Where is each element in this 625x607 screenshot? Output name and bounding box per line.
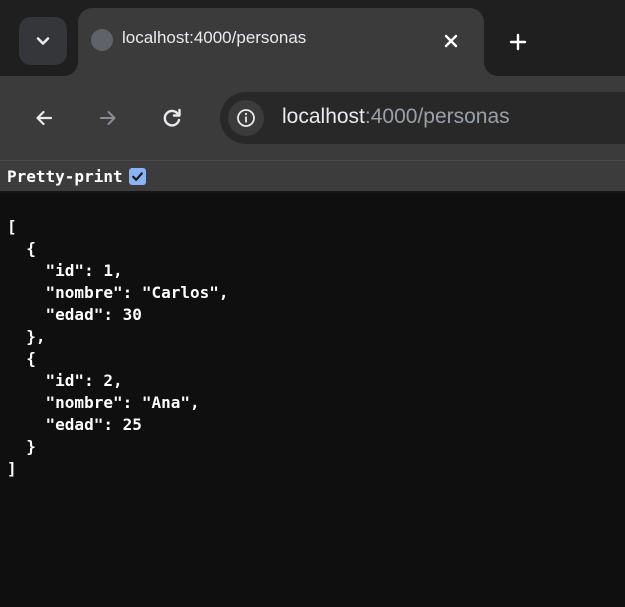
- globe-icon: [91, 29, 113, 51]
- pretty-print-label: Pretty-print: [7, 166, 123, 186]
- chevron-down-icon: [36, 37, 50, 45]
- arrow-right-icon: [100, 111, 116, 125]
- json-viewer: [ { "id": 1, "nombre": "Carlos", "edad":…: [7, 216, 229, 480]
- pretty-print-checkbox[interactable]: [128, 167, 146, 185]
- json-line: ]: [7, 459, 17, 478]
- json-line: {: [7, 239, 36, 258]
- url-path: :4000/personas: [364, 105, 510, 128]
- json-line: },: [7, 327, 46, 346]
- tab-title: localhost:4000/personas: [122, 28, 307, 47]
- tab-active[interactable]: localhost:4000/personas: [78, 8, 484, 76]
- tab-search-button[interactable]: [19, 17, 67, 65]
- address-bar[interactable]: localhost:4000/personas: [220, 92, 625, 144]
- plus-icon: [509, 33, 527, 51]
- reload-button[interactable]: [152, 98, 192, 138]
- back-button[interactable]: [24, 98, 64, 138]
- close-icon: [444, 34, 458, 48]
- info-icon: [237, 109, 255, 127]
- json-line: "edad": 25: [7, 415, 142, 434]
- url-host: localhost: [282, 105, 365, 128]
- arrow-left-icon: [36, 110, 53, 126]
- json-line: "nombre": "Ana",: [7, 393, 200, 412]
- toolbar: localhost:4000/personas: [0, 76, 625, 161]
- new-tab-button[interactable]: [498, 22, 538, 62]
- json-line: "id": 2,: [7, 371, 123, 390]
- browser-window: localhost:4000/personas localhost:4000/p…: [0, 0, 625, 607]
- url-text: localhost:4000/personas: [282, 105, 510, 129]
- json-line: "edad": 30: [7, 305, 142, 324]
- json-line: [: [7, 217, 17, 236]
- site-info-button[interactable]: [228, 100, 264, 136]
- json-line: "nombre": "Carlos",: [7, 283, 229, 302]
- reload-icon: [163, 108, 181, 127]
- forward-button[interactable]: [88, 98, 128, 138]
- json-line: "id": 1,: [7, 261, 123, 280]
- checkmark-icon: [131, 171, 143, 181]
- tab-close-button[interactable]: [438, 28, 464, 54]
- pretty-print-bar: Pretty-print: [0, 161, 625, 193]
- json-line: {: [7, 349, 36, 368]
- json-line: }: [7, 437, 36, 456]
- page-content: [ { "id": 1, "nombre": "Carlos", "edad":…: [0, 193, 625, 607]
- tab-strip: localhost:4000/personas: [0, 0, 625, 76]
